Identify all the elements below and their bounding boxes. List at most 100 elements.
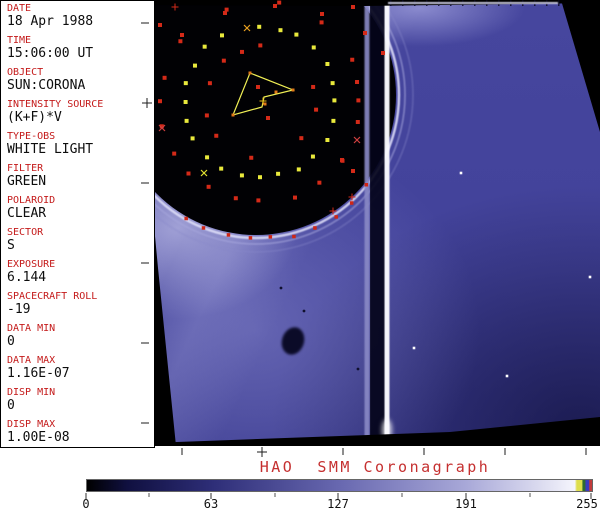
yellow-fiducial-ring-dot bbox=[220, 33, 224, 38]
coronagraph-scene bbox=[150, 0, 600, 446]
metadata-field: EXPOSURE 6.144 bbox=[7, 259, 154, 286]
red-inner-ring-dot bbox=[221, 58, 226, 63]
metadata-field: TYPE-OBS WHITE LIGHT bbox=[7, 131, 154, 158]
field-label: EXPOSURE bbox=[7, 259, 56, 270]
red-outer-ring-dot bbox=[350, 57, 355, 62]
metadata-field: DISP MAX 1.00E-08 bbox=[7, 419, 154, 446]
coronagraph-image bbox=[150, 0, 600, 446]
metadata-panel: DATE 18 Apr 1988 TIME 15:06:00 UT OBJECT SU… bbox=[0, 0, 155, 448]
fiducial-dot-red bbox=[381, 51, 385, 55]
fiducial-dot-red bbox=[273, 4, 277, 8]
colorbar bbox=[86, 479, 593, 492]
yellow-fiducial-ring-dot bbox=[294, 32, 299, 37]
metadata-field: SECTOR S bbox=[7, 227, 154, 254]
field-value: 15:06:00 UT bbox=[7, 46, 94, 61]
fiducial-dot-red bbox=[266, 116, 270, 120]
colorbar-tick-label: 191 bbox=[455, 497, 477, 511]
pylon-soft-line bbox=[364, 0, 370, 444]
red-inner-ring-dot bbox=[311, 84, 316, 89]
red-inner-ring-dot bbox=[239, 49, 244, 54]
field-value: (K+F)*V bbox=[7, 110, 62, 125]
red-edge-ring-dot bbox=[292, 234, 296, 239]
field-label: INTENSITY SOURCE bbox=[7, 99, 104, 110]
red-outer-ring-dot bbox=[293, 195, 298, 200]
field-value: 18 Apr 1988 bbox=[7, 14, 94, 29]
field-label: DATA MAX bbox=[7, 355, 56, 366]
fiducial-dot-red bbox=[320, 12, 324, 16]
white-speck bbox=[412, 346, 416, 350]
metadata-field: INTENSITY SOURCE (K+F)*V bbox=[7, 99, 154, 126]
metadata-field: FILTER GREEN bbox=[7, 163, 154, 190]
metadata-field: DATE 18 Apr 1988 bbox=[7, 3, 154, 30]
red-edge-ring-dot bbox=[334, 215, 338, 219]
red-outer-ring-dot bbox=[277, 0, 282, 5]
red-outer-ring-dot bbox=[233, 196, 238, 201]
fiducial-dot-red bbox=[223, 11, 227, 15]
yellow-fiducial-ring-dot bbox=[258, 175, 262, 180]
field-label: TYPE-OBS bbox=[7, 131, 56, 142]
yellow-fiducial-ring-dot bbox=[183, 100, 188, 104]
field-label: DATE bbox=[7, 3, 32, 14]
white-speck bbox=[459, 171, 463, 175]
fiducial-dot-red bbox=[340, 158, 344, 162]
red-outer-ring-dot bbox=[317, 180, 322, 185]
yellow-fiducial-ring-dot bbox=[183, 81, 188, 86]
field-value: CLEAR bbox=[7, 206, 47, 221]
red-outer-ring-dot bbox=[186, 171, 191, 176]
field-label: SPACECRAFT ROLL bbox=[7, 291, 98, 302]
yellow-fiducial-ring-dot bbox=[325, 138, 330, 142]
yellow-fiducial-ring-dot bbox=[190, 136, 195, 141]
red-edge-ring-dot bbox=[364, 182, 369, 187]
image-title: HAO SMM Coronagraph bbox=[259, 458, 491, 476]
red-inner-ring-dot bbox=[207, 81, 212, 86]
red-outer-ring-dot bbox=[256, 198, 261, 203]
fiducial-dot-red bbox=[158, 23, 162, 27]
fiducial-dot-red bbox=[351, 169, 355, 173]
colorbar-tick-label: 0 bbox=[82, 497, 90, 511]
yellow-fiducial-ring-dot bbox=[184, 118, 189, 123]
red-edge-ring-dot bbox=[184, 216, 188, 221]
smm-coronagraph-viewer: DATE 18 Apr 1988 TIME 15:06:00 UT OBJECT SU… bbox=[0, 0, 600, 512]
colorbar-tick-label: 63 bbox=[203, 497, 219, 511]
yellow-fiducial-ring-dot bbox=[331, 118, 336, 123]
metadata-field: SPACECRAFT ROLL -19 bbox=[7, 291, 154, 318]
fiducial-dot-red bbox=[180, 33, 184, 37]
field-value: WHITE LIGHT bbox=[7, 142, 94, 157]
red-outer-ring-dot bbox=[206, 184, 211, 189]
yellow-fiducial-ring-dot bbox=[257, 24, 262, 29]
field-value: 0 bbox=[7, 334, 15, 349]
fiducial-dot-red bbox=[363, 31, 367, 35]
colorbar-tick-label: 127 bbox=[327, 497, 349, 511]
white-speck bbox=[505, 374, 509, 378]
yellow-fiducial-ring-dot bbox=[278, 28, 283, 33]
red-outer-ring-dot bbox=[172, 151, 177, 156]
yellow-fiducial-ring-dot bbox=[330, 81, 335, 86]
red-inner-ring-dot bbox=[314, 107, 319, 112]
yellow-fiducial-ring-dot bbox=[276, 171, 281, 176]
polygon-vertex-dot bbox=[263, 102, 267, 106]
red-inner-ring-dot bbox=[214, 133, 219, 138]
dark-speck bbox=[302, 309, 306, 313]
fiducial-dot-red bbox=[351, 5, 355, 9]
red-outer-ring-dot bbox=[355, 80, 360, 85]
frame-corner-top-right bbox=[561, 0, 600, 132]
field-label: DISP MAX bbox=[7, 419, 56, 430]
red-edge-ring-dot bbox=[349, 201, 354, 205]
field-label: SECTOR bbox=[7, 227, 44, 238]
field-value: 6.144 bbox=[7, 270, 47, 285]
red-inner-ring-dot bbox=[258, 43, 263, 48]
occulting-disk bbox=[150, 0, 396, 235]
field-label: FILTER bbox=[7, 163, 44, 174]
dark-speck bbox=[279, 286, 283, 290]
pylon-shadow bbox=[370, 0, 385, 444]
yellow-fiducial-ring-dot bbox=[311, 45, 316, 50]
polygon-vertex-dot bbox=[231, 113, 235, 117]
field-value: S bbox=[7, 238, 15, 253]
field-value: GREEN bbox=[7, 174, 47, 189]
pylon-bright-line bbox=[384, 0, 390, 444]
metadata-field: TIME 15:06:00 UT bbox=[7, 35, 154, 62]
red-outer-ring-dot bbox=[178, 39, 183, 44]
film-edge-comb bbox=[558, 0, 560, 6]
red-inner-ring-dot bbox=[299, 136, 304, 141]
red-edge-ring-dot bbox=[313, 226, 317, 230]
